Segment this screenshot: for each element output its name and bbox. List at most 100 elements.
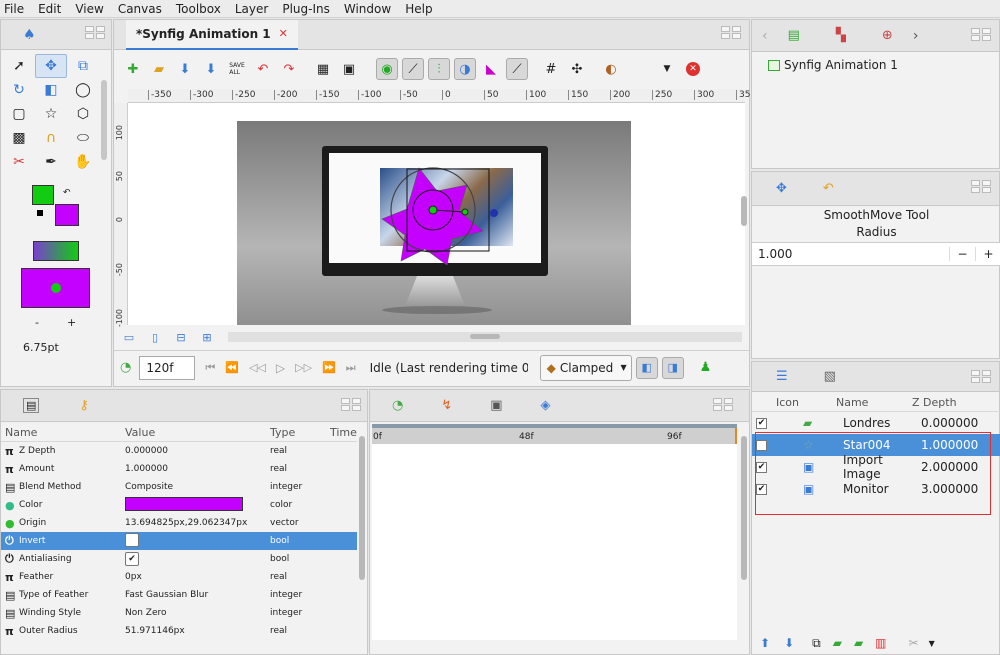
lower-layer-icon[interactable]: ⬇: [784, 636, 794, 650]
past-keyframes-lock-icon[interactable]: ◧: [635, 356, 658, 379]
seek-next-keyframe-icon[interactable]: ⏩: [322, 361, 336, 374]
param-row[interactable]: ▤ Type of Feather Fast Gaussian Blur intege…: [1, 586, 357, 604]
draw-tool-icon[interactable]: ✒: [35, 150, 67, 174]
radius-value[interactable]: 1.000: [752, 247, 949, 261]
redo-icon[interactable]: ↷: [278, 58, 300, 80]
fill-tool-icon[interactable]: ⬭: [67, 126, 99, 150]
param-value[interactable]: [121, 532, 266, 550]
scale-tool-icon[interactable]: ⧉: [67, 54, 99, 78]
param-value[interactable]: Fast Gaussian Blur: [121, 590, 266, 600]
canvas-workarea[interactable]: [128, 103, 745, 325]
tab-scroll-right-icon[interactable]: ›: [913, 28, 919, 44]
outline-color-swatch[interactable]: [32, 185, 54, 205]
future-keyframes-lock-icon[interactable]: ◨: [661, 356, 684, 379]
origin-handle[interactable]: [428, 205, 438, 215]
param-row[interactable]: ⏻ Antialiasing ✔ bool: [1, 550, 357, 568]
show-vertices-icon[interactable]: ◉: [376, 58, 398, 80]
param-value[interactable]: 0.000000: [121, 446, 266, 456]
curves-tab-icon[interactable]: ↯: [441, 398, 452, 413]
cutout-tool-icon[interactable]: ✂: [3, 150, 35, 174]
seek-prev-frame-icon[interactable]: ◁◁: [249, 361, 266, 374]
toolbox-scrollbar[interactable]: [101, 80, 107, 160]
current-frame-field[interactable]: 120f: [139, 355, 196, 380]
angle-handle[interactable]: [490, 209, 498, 217]
timetrack-tab-icon[interactable]: ◔: [392, 398, 403, 413]
canvas-browser-tab-icon[interactable]: ▤: [788, 28, 800, 43]
animation-mode-icon[interactable]: ♟: [700, 360, 712, 375]
preview-icon[interactable]: ▣: [338, 58, 360, 80]
show-angle-icon[interactable]: ◣: [480, 58, 502, 80]
open-file-icon[interactable]: ▰: [148, 58, 170, 80]
param-value[interactable]: Composite: [121, 482, 266, 492]
star-tool-icon[interactable]: ☆: [35, 102, 67, 126]
vertical-scrollbar[interactable]: [741, 196, 747, 226]
browser-dock-handle[interactable]: [971, 28, 993, 42]
canvas-menu-icon[interactable]: ▭: [118, 326, 140, 348]
stop-render-icon[interactable]: ✕: [686, 62, 700, 76]
timetrack-scrollbar[interactable]: [741, 436, 747, 580]
circle-tool-icon[interactable]: ◯: [67, 78, 99, 102]
star-shape[interactable]: [381, 167, 484, 266]
navigator-tab-icon[interactable]: ▚: [836, 28, 846, 43]
param-value[interactable]: 51.971146px: [121, 626, 266, 636]
sound-tab-icon[interactable]: ◈: [541, 398, 551, 413]
menu-file[interactable]: File: [4, 2, 24, 16]
zoom-fit-icon[interactable]: ▯: [144, 326, 166, 348]
footer-more-icon[interactable]: ▼: [929, 639, 935, 648]
render-icon[interactable]: ▦: [312, 58, 334, 80]
params-tab-icon[interactable]: ▤: [23, 398, 40, 413]
param-value[interactable]: Non Zero: [121, 608, 266, 618]
layer-row[interactable]: ✔ ▰ Londres 0.000000: [752, 412, 1000, 434]
param-row[interactable]: ▤ Winding Style Non Zero integer: [1, 604, 357, 622]
sets-tab-icon[interactable]: ▧: [824, 369, 836, 384]
delete-layer-icon[interactable]: ▥: [875, 636, 886, 650]
history-tab-icon[interactable]: ↶: [823, 181, 834, 196]
brush-size-value[interactable]: 6.75pt: [23, 341, 59, 354]
seek-next-frame-icon[interactable]: ▷▷: [295, 361, 312, 374]
brush-size-increase[interactable]: +: [67, 316, 76, 329]
layer-name[interactable]: Londres: [843, 416, 921, 430]
keyframes-tab-icon[interactable]: ▣: [490, 398, 502, 413]
menu-layer[interactable]: Layer: [235, 2, 268, 16]
save-as-icon[interactable]: ⬇: [200, 58, 222, 80]
param-row[interactable]: π Feather 0px real: [1, 568, 357, 586]
brush-size-decrease[interactable]: -: [35, 316, 39, 329]
param-value[interactable]: [121, 496, 266, 514]
menu-canvas[interactable]: Canvas: [118, 2, 162, 16]
menu-edit[interactable]: Edit: [38, 2, 61, 16]
new-file-icon[interactable]: ✚: [122, 58, 144, 80]
param-row[interactable]: ● Origin 13.694825px,29.062347px vector: [1, 514, 357, 532]
menu-window[interactable]: Window: [344, 2, 391, 16]
toolbar-more-icon[interactable]: ▼: [656, 58, 678, 80]
radius-handle[interactable]: [461, 208, 469, 216]
keyframe-lock-icon[interactable]: ◔: [120, 360, 131, 375]
undo-icon[interactable]: ↶: [252, 58, 274, 80]
param-row[interactable]: π Outer Radius 51.971146px real: [1, 622, 357, 640]
interpolation-select[interactable]: ◆ Clamped ▼: [539, 354, 632, 381]
param-value[interactable]: 13.694825px,29.062347px: [121, 518, 266, 528]
mirror-tool-icon[interactable]: ◧: [35, 78, 67, 102]
raise-layer-icon[interactable]: ⬆: [760, 636, 770, 650]
cut-layer-icon[interactable]: ✂: [909, 636, 919, 650]
show-tangents-icon[interactable]: ⟋: [402, 58, 424, 80]
layer-visibility-checkbox[interactable]: ✔: [756, 417, 767, 429]
tab-scroll-left-icon[interactable]: ‹: [762, 28, 768, 44]
sketch-tool-icon[interactable]: ✋: [67, 150, 99, 174]
param-value[interactable]: ✔: [121, 552, 266, 566]
param-row[interactable]: ● Color color: [1, 496, 357, 514]
menu-help[interactable]: Help: [405, 2, 432, 16]
layers-tab-icon[interactable]: ☰: [776, 369, 788, 384]
bool-checkbox[interactable]: ✔: [125, 552, 139, 566]
header-zdepth[interactable]: Z Depth: [912, 396, 957, 409]
star-layer-shape[interactable]: [237, 121, 631, 325]
header-icon[interactable]: Icon: [752, 396, 836, 409]
spline-tool-icon[interactable]: ∩: [35, 126, 67, 150]
save-all-button[interactable]: SAVE ALL: [226, 58, 248, 80]
swap-colors-icon[interactable]: ↶: [63, 188, 71, 198]
navigator-compass-icon[interactable]: ⊕: [882, 28, 893, 43]
show-radius-icon[interactable]: ⫶: [428, 58, 450, 80]
zoom-in-icon[interactable]: ⊞: [196, 326, 218, 348]
polygon-tool-icon[interactable]: ⬡: [67, 102, 99, 126]
toolbox-tab-icon[interactable]: ♠: [23, 27, 36, 43]
radius-decrease-button[interactable]: −: [949, 247, 975, 261]
